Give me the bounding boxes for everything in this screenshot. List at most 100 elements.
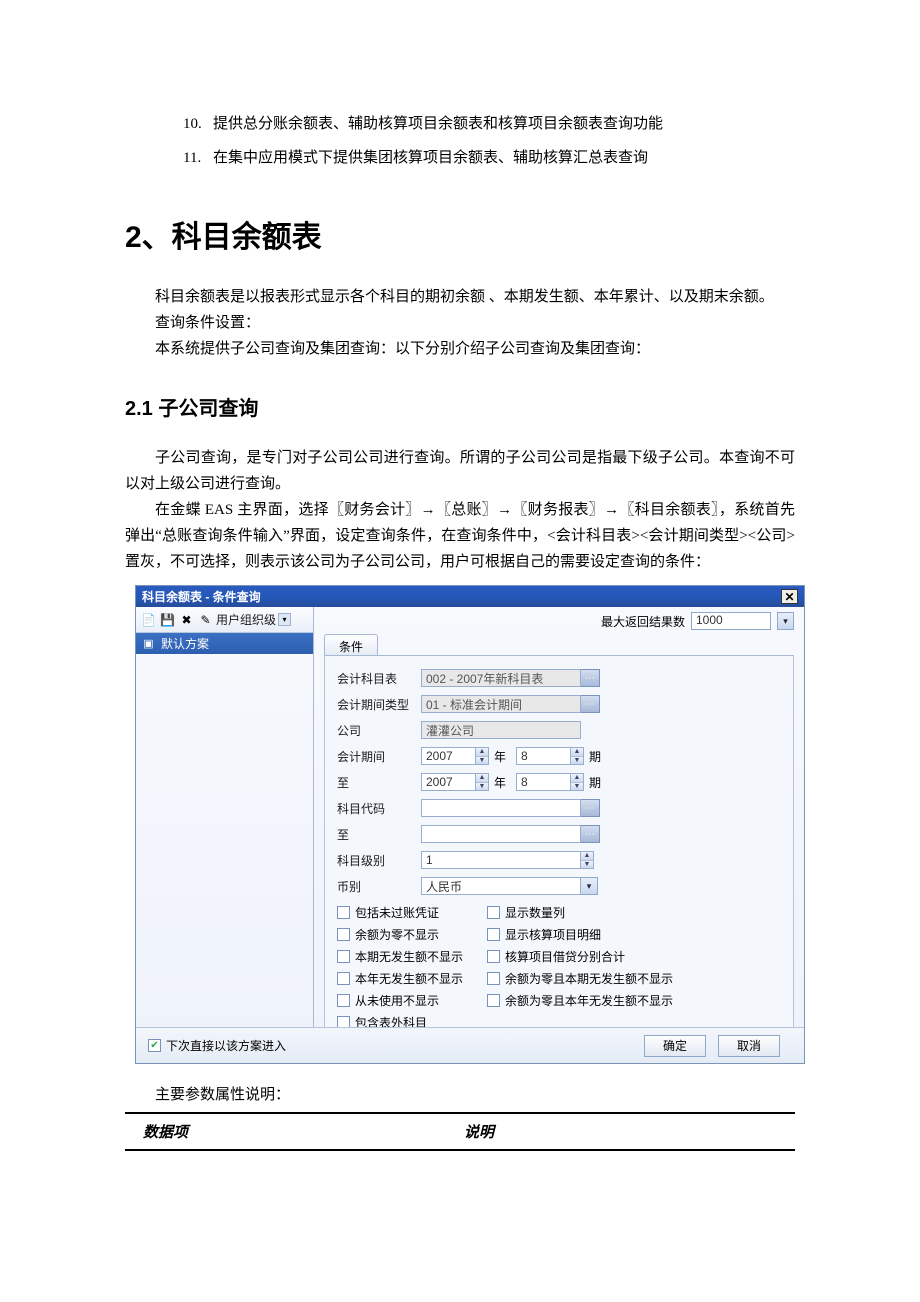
param-header-col1: 数据项 xyxy=(125,1114,460,1149)
dialog-footer: ✔ 下次直接以该方案进入 确定 取消 xyxy=(136,1027,804,1063)
param-intro: 主要参数属性说明： xyxy=(125,1082,795,1108)
paragraph: 子公司查询，是专门对子公司公司进行查询。所谓的子公司公司是指最下级子公司。本查询… xyxy=(125,445,795,497)
check-label: 显示数量列 xyxy=(505,904,565,921)
year-suffix: 年 xyxy=(489,748,516,765)
close-button[interactable]: ✕ xyxy=(781,589,798,604)
checkbox[interactable] xyxy=(487,972,500,985)
currency-input[interactable]: 人民币 xyxy=(421,877,581,895)
year-suffix: 年 xyxy=(489,774,516,791)
spinner-down-icon: ▼ xyxy=(476,783,488,791)
chart-of-accounts-field: 002 - 2007年新科目表 xyxy=(421,669,581,687)
spinner-up-icon: ▲ xyxy=(476,748,488,757)
check-label: 显示核算项目明细 xyxy=(505,926,601,943)
paragraph: 查询条件设置： xyxy=(125,310,795,336)
period-spinner[interactable]: ▲▼ xyxy=(571,773,584,791)
toolbar-dropdown-icon[interactable]: ▾ xyxy=(278,613,291,626)
checkbox[interactable] xyxy=(487,928,500,941)
spinner-down-icon: ▼ xyxy=(476,757,488,765)
account-code-to-lookup-icon[interactable]: ⋯ xyxy=(581,825,600,843)
spinner-down-icon: ▼ xyxy=(581,861,593,869)
checkbox[interactable] xyxy=(337,994,350,1007)
dialog-titlebar: 科目余额表 - 条件查询 ✕ xyxy=(136,586,804,607)
checkbox[interactable] xyxy=(337,950,350,963)
account-level-label: 科目级别 xyxy=(337,852,421,869)
spinner-up-icon: ▲ xyxy=(581,852,593,861)
tab-conditions[interactable]: 条件 xyxy=(324,634,378,655)
check-label: 余额为零不显示 xyxy=(355,926,439,943)
checkbox[interactable] xyxy=(487,950,500,963)
company-label: 公司 xyxy=(337,722,421,739)
query-dialog: 科目余额表 - 条件查询 ✕ 📄 💾 ✖ ✎ 用户组织级 ▾ xyxy=(135,585,805,1064)
scheme-sidebar: 📄 💾 ✖ ✎ 用户组织级 ▾ ▣ 默认方案 xyxy=(136,607,314,1027)
list-number: 10. xyxy=(183,110,213,138)
delete-icon[interactable]: ✖ xyxy=(178,611,195,628)
currency-dropdown-icon[interactable]: ▾ xyxy=(581,877,598,895)
currency-label: 币别 xyxy=(337,878,421,895)
cancel-button[interactable]: 取消 xyxy=(718,1035,780,1057)
account-code-lookup-icon[interactable]: ⋯ xyxy=(581,799,600,817)
enter-scheme-label: 下次直接以该方案进入 xyxy=(166,1037,286,1054)
spinner-down-icon: ▼ xyxy=(571,783,583,791)
paragraph: 科目余额表是以报表形式显示各个科目的期初余额 、本期发生额、本年累计、以及期末余… xyxy=(125,284,795,310)
param-header-col2: 说明 xyxy=(460,1114,795,1149)
checkbox[interactable] xyxy=(487,906,500,919)
period-from-period-input[interactable]: 8 xyxy=(516,747,571,765)
year-spinner[interactable]: ▲▼ xyxy=(476,773,489,791)
period-to-period-input[interactable]: 8 xyxy=(516,773,571,791)
section-heading: 2、科目余额表 xyxy=(125,212,795,256)
subsection-heading: 2.1 子公司查询 xyxy=(125,392,795,421)
year-spinner[interactable]: ▲▼ xyxy=(476,747,489,765)
dialog-title: 科目余额表 - 条件查询 xyxy=(142,588,261,605)
spinner-up-icon: ▲ xyxy=(571,748,583,757)
company-field: 灌灌公司 xyxy=(421,721,581,739)
account-code-label: 科目代码 xyxy=(337,800,421,817)
list-text: 提供总分账余额表、辅助核算项目余额表和核算项目余额表查询功能 xyxy=(213,116,663,132)
period-suffix: 期 xyxy=(584,748,611,765)
period-suffix: 期 xyxy=(584,774,611,791)
max-results-dropdown-icon[interactable]: ▾ xyxy=(777,612,794,630)
default-scheme-item[interactable]: ▣ 默认方案 xyxy=(136,633,313,654)
level-spinner[interactable]: ▲▼ xyxy=(581,851,594,869)
enter-scheme-checkbox[interactable]: ✔ xyxy=(148,1039,161,1052)
checks-col-left: 包括未过账凭证 余额为零不显示 本期无发生额不显示 本年无发生额不显示 从未使用… xyxy=(337,904,463,1031)
check-label: 本年无发生额不显示 xyxy=(355,970,463,987)
check-label: 包括未过账凭证 xyxy=(355,904,439,921)
spinner-up-icon: ▲ xyxy=(476,774,488,783)
account-code-input[interactable] xyxy=(421,799,581,817)
list-number: 11. xyxy=(183,144,213,172)
period-from-year-input[interactable]: 2007 xyxy=(421,747,476,765)
new-icon[interactable]: 📄 xyxy=(140,611,157,628)
checkbox[interactable] xyxy=(487,994,500,1007)
edit-icon[interactable]: ✎ xyxy=(197,611,214,628)
list-item: 11.在集中应用模式下提供集团核算项目余额表、辅助核算汇总表查询 xyxy=(125,144,795,172)
max-results-input[interactable]: 1000 xyxy=(691,612,771,630)
spinner-up-icon: ▲ xyxy=(571,774,583,783)
check-label: 从未使用不显示 xyxy=(355,992,439,1009)
checkbox[interactable] xyxy=(337,972,350,985)
period-spinner[interactable]: ▲▼ xyxy=(571,747,584,765)
save-icon[interactable]: 💾 xyxy=(159,611,176,628)
paragraph: 在金蝶 EAS 主界面，选择〖财务会计〗→〖总账〗→〖财务报表〗→〖科目余额表〗… xyxy=(125,497,795,575)
list-text: 在集中应用模式下提供集团核算项目余额表、辅助核算汇总表查询 xyxy=(213,150,648,166)
account-level-input[interactable]: 1 xyxy=(421,851,581,869)
chart-of-accounts-label: 会计科目表 xyxy=(337,670,421,687)
chart-of-accounts-lookup-icon[interactable]: ⋯ xyxy=(581,669,600,687)
period-to-label: 至 xyxy=(337,774,421,791)
period-from-label: 会计期间 xyxy=(337,748,421,765)
check-label: 余额为零且本年无发生额不显示 xyxy=(505,992,673,1009)
check-label: 本期无发生额不显示 xyxy=(355,948,463,965)
check-label: 核算项目借贷分别合计 xyxy=(505,948,625,965)
paragraph: 本系统提供子公司查询及集团查询：以下分别介绍子公司查询及集团查询： xyxy=(125,336,795,362)
max-results-label: 最大返回结果数 xyxy=(601,613,685,630)
scheme-label: 默认方案 xyxy=(161,635,209,652)
sidebar-toolbar: 📄 💾 ✖ ✎ 用户组织级 ▾ xyxy=(136,607,313,633)
checkbox[interactable] xyxy=(337,928,350,941)
period-to-year-input[interactable]: 2007 xyxy=(421,773,476,791)
toolbar-label: 用户组织级 xyxy=(216,611,276,628)
main-panel: 最大返回结果数 1000 ▾ 条件 会计科目表 002 - 2007年新科目表 xyxy=(314,607,804,1027)
period-type-lookup-icon[interactable]: ⋯ xyxy=(581,695,600,713)
checkbox[interactable] xyxy=(337,906,350,919)
account-code-to-input[interactable] xyxy=(421,825,581,843)
period-type-field: 01 - 标准会计期间 xyxy=(421,695,581,713)
ok-button[interactable]: 确定 xyxy=(644,1035,706,1057)
